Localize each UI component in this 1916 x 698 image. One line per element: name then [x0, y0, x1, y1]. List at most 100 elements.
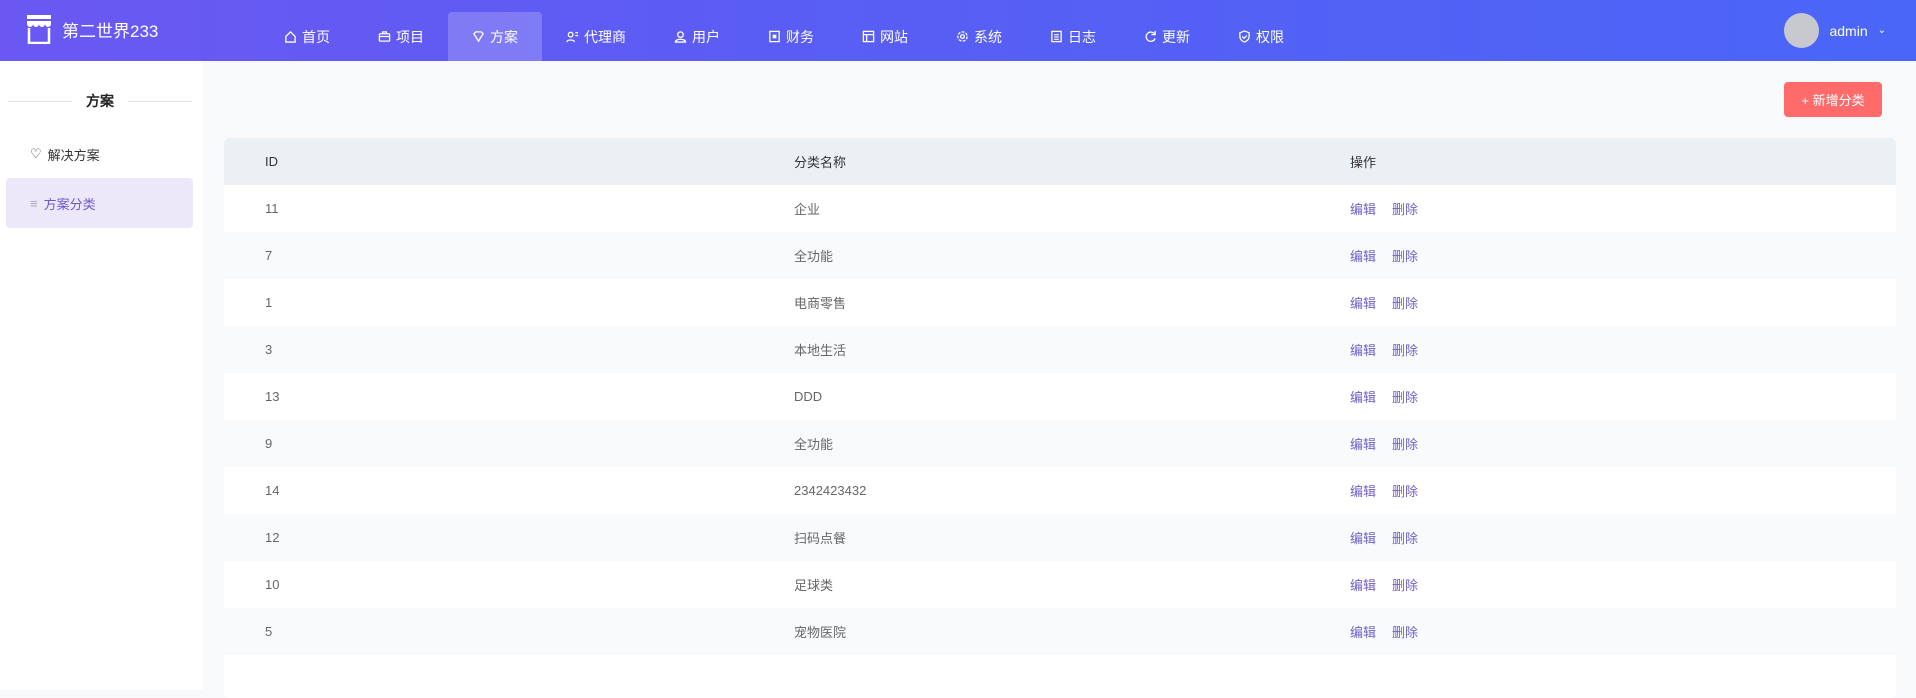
cell-id: 9: [265, 436, 273, 451]
diamond-icon: [473, 31, 484, 43]
edit-link[interactable]: 编辑: [1350, 622, 1376, 641]
top-header: 第二世界233 首页 项目 方案 代理商 用户 财务 网站 系统 日志 更新 权限 admin ⌄: [0, 0, 1916, 61]
brand[interactable]: 第二世界233: [26, 14, 158, 44]
edit-link[interactable]: 编辑: [1350, 434, 1376, 453]
cell-name: 扫码点餐: [794, 531, 847, 546]
nav-label: 网站: [880, 28, 908, 45]
nav-label: 用户: [692, 28, 720, 45]
cell-name: DDD: [794, 389, 823, 404]
layout-icon: [862, 30, 875, 43]
cell-name: 本地生活: [794, 343, 847, 358]
nav-item-7[interactable]: 系统: [932, 12, 1026, 61]
table-row: 12 扫码点餐 编辑 删除: [224, 514, 1896, 561]
nav-item-8[interactable]: 日志: [1026, 12, 1120, 61]
nav-item-1[interactable]: 项目: [354, 12, 448, 61]
sidebar-item-solutions[interactable]: ♡ 解决方案: [6, 129, 193, 179]
edit-link[interactable]: 编辑: [1350, 246, 1376, 265]
store-icon: [27, 15, 51, 44]
nav-label: 日志: [1068, 28, 1096, 45]
delete-link[interactable]: 删除: [1392, 293, 1418, 312]
delete-link[interactable]: 删除: [1392, 246, 1418, 265]
nav-label: 财务: [786, 28, 814, 45]
avatar[interactable]: [1784, 13, 1820, 48]
cell-actions: 编辑 删除: [1350, 622, 1896, 641]
brand-name: 第二世界233: [62, 21, 159, 41]
cell-actions: 编辑 删除: [1350, 199, 1896, 218]
category-table: ID 分类名称 操作 11 企业 编辑 删除 7 全功能 编辑 删除 1 电商零售 编辑…: [224, 138, 1896, 698]
cell-id: 12: [265, 530, 280, 545]
nav-item-2[interactable]: 方案: [448, 12, 542, 61]
cell-actions: 编辑 删除: [1350, 434, 1896, 453]
nav-item-3[interactable]: 代理商: [542, 12, 650, 61]
cell-actions: 编辑 删除: [1350, 387, 1896, 406]
nav-item-0[interactable]: 首页: [260, 12, 354, 61]
cell-id: 13: [265, 389, 280, 404]
cell-actions: 编辑 删除: [1350, 293, 1896, 312]
nav-item-4[interactable]: 用户: [650, 12, 744, 61]
cell-id: 1: [265, 295, 273, 310]
cell-actions: 编辑 删除: [1350, 340, 1896, 359]
nav-label: 更新: [1162, 28, 1190, 45]
cell-id: 7: [265, 248, 273, 263]
col-name: 分类名称: [794, 155, 847, 170]
delete-link[interactable]: 删除: [1392, 528, 1418, 547]
delete-link[interactable]: 删除: [1392, 199, 1418, 218]
edit-link[interactable]: 编辑: [1350, 293, 1376, 312]
delete-link[interactable]: 删除: [1392, 481, 1418, 500]
delete-link[interactable]: 删除: [1392, 575, 1418, 594]
edit-link[interactable]: 编辑: [1350, 575, 1376, 594]
delete-link[interactable]: 删除: [1392, 622, 1418, 641]
table-row: 1 电商零售 编辑 删除: [224, 279, 1896, 326]
cell-name: 全功能: [794, 249, 834, 264]
delete-link[interactable]: 删除: [1392, 340, 1418, 359]
delete-link[interactable]: 删除: [1392, 434, 1418, 453]
edit-link[interactable]: 编辑: [1350, 528, 1376, 547]
chevron-down-icon: ⌄: [1877, 25, 1886, 36]
table-row: 7 全功能 编辑 删除: [224, 232, 1896, 279]
shield-icon: [1239, 30, 1250, 43]
nav-item-9[interactable]: 更新: [1120, 12, 1214, 61]
table-row: 9 全功能 编辑 删除: [224, 420, 1896, 467]
gear-icon: [957, 31, 968, 42]
edit-link[interactable]: 编辑: [1350, 340, 1376, 359]
cell-actions: 编辑 删除: [1350, 481, 1896, 500]
diamond-icon: ♡: [30, 146, 42, 161]
col-id: ID: [265, 154, 278, 169]
nav-label: 权限: [1256, 28, 1284, 45]
list-icon: ≡: [30, 195, 38, 211]
home-icon: [285, 30, 296, 43]
table-header: ID 分类名称 操作: [224, 138, 1896, 185]
edit-link[interactable]: 编辑: [1350, 481, 1376, 500]
nav-label: 代理商: [584, 28, 626, 45]
nav-item-6[interactable]: 网站: [838, 12, 932, 61]
cell-name: 电商零售: [794, 296, 847, 311]
col-actions: 操作: [1350, 155, 1377, 170]
cell-actions: 编辑 删除: [1350, 575, 1896, 594]
edit-link[interactable]: 编辑: [1350, 199, 1376, 218]
table-row: 11 企业 编辑 删除: [224, 185, 1896, 232]
sidebar-title: 方案: [8, 91, 192, 111]
cell-name: 宠物医院: [794, 625, 847, 640]
cell-id: 11: [265, 201, 279, 216]
nav-label: 项目: [396, 28, 424, 45]
refresh-icon: [1145, 30, 1156, 43]
table-row: 14 2342423432 编辑 删除: [224, 467, 1896, 514]
sidebar-item-categories[interactable]: ≡ 方案分类: [6, 178, 193, 228]
finance-icon: [769, 30, 780, 43]
briefcase-icon: [378, 31, 391, 42]
table-row: 13 DDD 编辑 删除: [224, 373, 1896, 420]
edit-link[interactable]: 编辑: [1350, 387, 1376, 406]
delete-link[interactable]: 删除: [1392, 387, 1418, 406]
cell-id: 14: [265, 483, 280, 498]
cell-id: 3: [265, 342, 273, 357]
user-icon: [674, 31, 687, 43]
nav-label: 方案: [490, 28, 518, 45]
add-category-button[interactable]: + 新增分类: [1784, 82, 1882, 117]
cell-name: 全功能: [794, 437, 834, 452]
user-menu[interactable]: admin ⌄: [1784, 13, 1886, 48]
nav-item-10[interactable]: 权限: [1214, 12, 1308, 61]
nav-item-5[interactable]: 财务: [744, 12, 838, 61]
main-nav: 首页 项目 方案 代理商 用户 财务 网站 系统 日志 更新 权限: [260, 12, 1308, 61]
table-row: 3 本地生活 编辑 删除: [224, 326, 1896, 373]
nav-label: 首页: [302, 28, 330, 45]
